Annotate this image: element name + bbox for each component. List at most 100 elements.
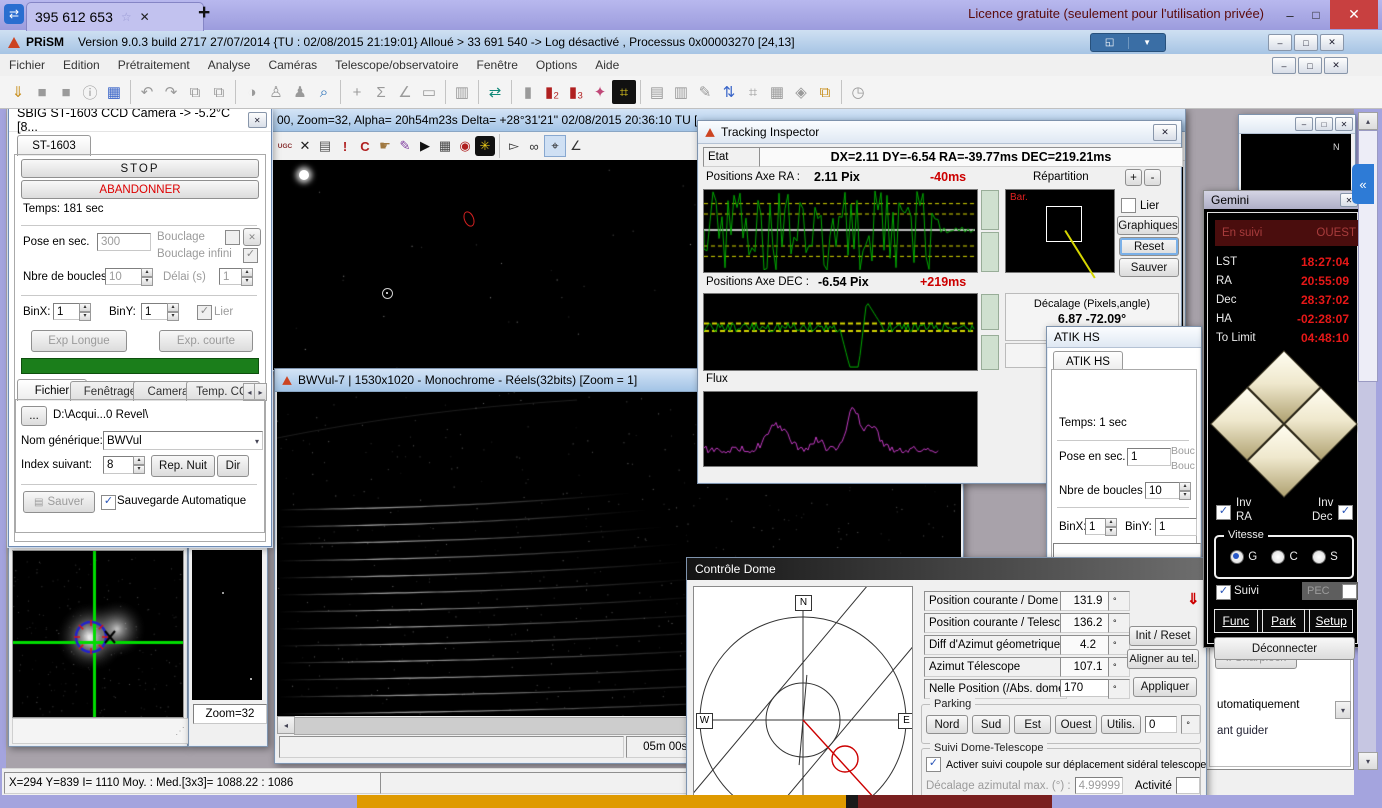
rep-nuit-button[interactable]: Rep. Nuit — [151, 455, 215, 477]
new-tab-button[interactable]: + — [198, 1, 210, 25]
pose-input[interactable]: 300 — [97, 233, 151, 251]
tab-close-icon[interactable]: ✕ — [140, 10, 150, 24]
print-icon[interactable]: ▤ — [315, 136, 335, 156]
toolbar-icon-contrast[interactable]: ◑ — [240, 80, 264, 104]
delete-icon[interactable]: ✕ — [295, 136, 315, 156]
rotate-icon[interactable]: C — [355, 136, 375, 156]
atik-pose-input[interactable]: 1 — [1127, 448, 1171, 466]
dome-titlebar[interactable]: Contrôle Dome — [687, 558, 1206, 580]
bouclage-cancel-button[interactable]: ✕ — [243, 228, 261, 246]
toolbar-icon-shield[interactable]: ◈ — [789, 80, 813, 104]
tracking-close-button[interactable]: ✕ — [1153, 124, 1177, 141]
toolbar-icon-copy-frame[interactable]: ⧉ — [813, 80, 837, 104]
sauver-button[interactable]: ▤Sauver — [23, 491, 95, 513]
exp-courte-button[interactable]: Exp. courte — [159, 330, 253, 352]
appliquer-button[interactable]: Appliquer — [1133, 677, 1197, 697]
menu-item-analyse[interactable]: Analyse — [199, 58, 260, 72]
fan-icon[interactable]: ✳ — [475, 136, 495, 156]
binx-spinner[interactable]: 1 — [53, 303, 91, 320]
menu-item-options[interactable]: Options — [527, 58, 586, 72]
mdi-minimize-button[interactable]: – — [1272, 57, 1296, 74]
toolbar-icon-paste[interactable]: ⧉ — [207, 80, 231, 104]
toolbar-icon-clock[interactable]: ◷ — [846, 80, 870, 104]
biny-spinner[interactable]: 1 — [141, 303, 179, 320]
atik-binx-spinner[interactable]: 1 — [1085, 518, 1117, 535]
alert-icon[interactable]: ! — [335, 136, 355, 156]
resize-grip-icon[interactable]: ⋰ — [175, 726, 185, 737]
star-zoom-canvas[interactable] — [12, 550, 184, 718]
zoom-out-button[interactable]: - — [1144, 169, 1161, 186]
index-suivant-spinner[interactable]: 8 — [103, 456, 145, 474]
atik-titlebar[interactable]: ATIK HS — [1047, 327, 1201, 348]
toolbar-icon-stop2[interactable]: ■ — [54, 80, 78, 104]
scroll-thumb[interactable] — [294, 717, 704, 735]
park-angle-input[interactable]: 0 — [1145, 716, 1177, 733]
toolbar-icon-pick1[interactable]: ♙ — [264, 80, 288, 104]
zoom32-canvas[interactable] — [192, 550, 262, 700]
menu-item-pretraitement[interactable]: Prétraitement — [109, 58, 199, 72]
toolbar-icon-sort[interactable]: ⇅ — [717, 80, 741, 104]
scroll-up-button[interactable] — [1358, 112, 1378, 130]
target-icon[interactable]: ◉ — [455, 136, 475, 156]
dec-slider-lower[interactable] — [981, 335, 999, 370]
toolbar-icon-profile[interactable]: ∠ — [393, 80, 417, 104]
sauvegarde-auto-checkbox[interactable] — [101, 495, 116, 510]
toolbar-icon-session[interactable]: ▦ — [102, 80, 126, 104]
mdi-close-button[interactable]: ✕ — [1324, 57, 1348, 74]
prism-close-button[interactable]: ✕ — [1320, 34, 1344, 51]
toolbar-icon-pick2[interactable]: ♟ — [288, 80, 312, 104]
mdi-restore-button[interactable]: □ — [1298, 57, 1322, 74]
toolbar-icon-save[interactable]: ▤ — [645, 80, 669, 104]
dropdown-button[interactable] — [1335, 701, 1351, 719]
func-button[interactable]: Func — [1214, 609, 1258, 633]
park-button[interactable]: Park — [1262, 609, 1306, 633]
inv-dec-checkbox[interactable] — [1338, 505, 1353, 520]
park-utilis-button[interactable]: Utilis. — [1101, 715, 1141, 734]
menu-item-cameras[interactable]: Caméras — [259, 58, 326, 72]
atik-tab[interactable]: ATIK HS — [1053, 351, 1123, 371]
dir-button[interactable]: Dir — [217, 455, 249, 477]
tv-restore-button[interactable]: □ — [1304, 4, 1328, 26]
speed-g-radio[interactable]: G — [1230, 550, 1257, 564]
zoom-in-button[interactable]: + — [1125, 169, 1142, 186]
setup-button[interactable]: Setup — [1309, 609, 1353, 633]
pec-checkbox[interactable] — [1342, 584, 1357, 599]
lier-checkbox[interactable] — [197, 305, 212, 320]
toolbar-icon-undo[interactable]: ↶ — [135, 80, 159, 104]
browse-button[interactable]: ... — [21, 406, 47, 426]
cursor-icon[interactable]: ▻ — [504, 136, 524, 156]
sbig-tab[interactable]: ST-1603 — [17, 135, 91, 156]
gemini-titlebar[interactable]: Gemini ✕ — [1204, 191, 1361, 209]
bouclage-infini-checkbox[interactable] — [243, 248, 258, 263]
toolbar-icon-sum[interactable]: Σ — [369, 80, 393, 104]
play-icon[interactable]: ▶ — [415, 136, 435, 156]
ra-slider-lower[interactable] — [981, 232, 999, 272]
right-scrollbar[interactable] — [1358, 112, 1376, 768]
menu-item-fenetre[interactable]: Fenêtre — [468, 58, 527, 72]
favorite-star-icon[interactable]: ☆ — [121, 10, 132, 24]
expand-icon[interactable]: ◱ — [1105, 37, 1114, 48]
minimize-button[interactable]: – — [1295, 117, 1313, 131]
abandonner-button[interactable]: ABANDONNER — [21, 180, 259, 199]
toolbar-icon-grid[interactable]: ⌗ — [741, 80, 765, 104]
toolbar-icon-info[interactable]: ⓘ — [78, 80, 102, 104]
menu-item-telescope[interactable]: Telescope/observatoire — [326, 58, 467, 72]
nelle-position-input[interactable]: 170 — [1060, 679, 1114, 697]
ra-slider-upper[interactable] — [981, 190, 999, 230]
draw-icon[interactable]: ✎ — [395, 136, 415, 156]
toolbar-icon-transfer[interactable]: ⇄ — [483, 80, 507, 104]
decalage-azimutal-input[interactable]: 4.99999 — [1075, 777, 1123, 794]
dec-slider-upper[interactable] — [981, 294, 999, 330]
park-nord-button[interactable]: Nord — [926, 715, 968, 734]
stop-button[interactable]: STOP — [21, 159, 259, 178]
init-reset-button[interactable]: Init / Reset — [1129, 626, 1197, 646]
graphiques-button[interactable]: Graphiques — [1117, 216, 1179, 235]
toolbar-icon-select[interactable]: ▭ — [417, 80, 441, 104]
taskbar-segment-black[interactable] — [846, 795, 858, 808]
park-est-button[interactable]: Est — [1014, 715, 1051, 734]
nom-generique-combo[interactable]: BWVul — [103, 431, 263, 450]
menu-item-aide[interactable]: Aide — [586, 58, 628, 72]
sbig-close-button[interactable]: ✕ — [248, 112, 267, 128]
delai-spinner[interactable]: 1 — [219, 268, 253, 285]
suivi-checkbox[interactable] — [1216, 585, 1231, 600]
